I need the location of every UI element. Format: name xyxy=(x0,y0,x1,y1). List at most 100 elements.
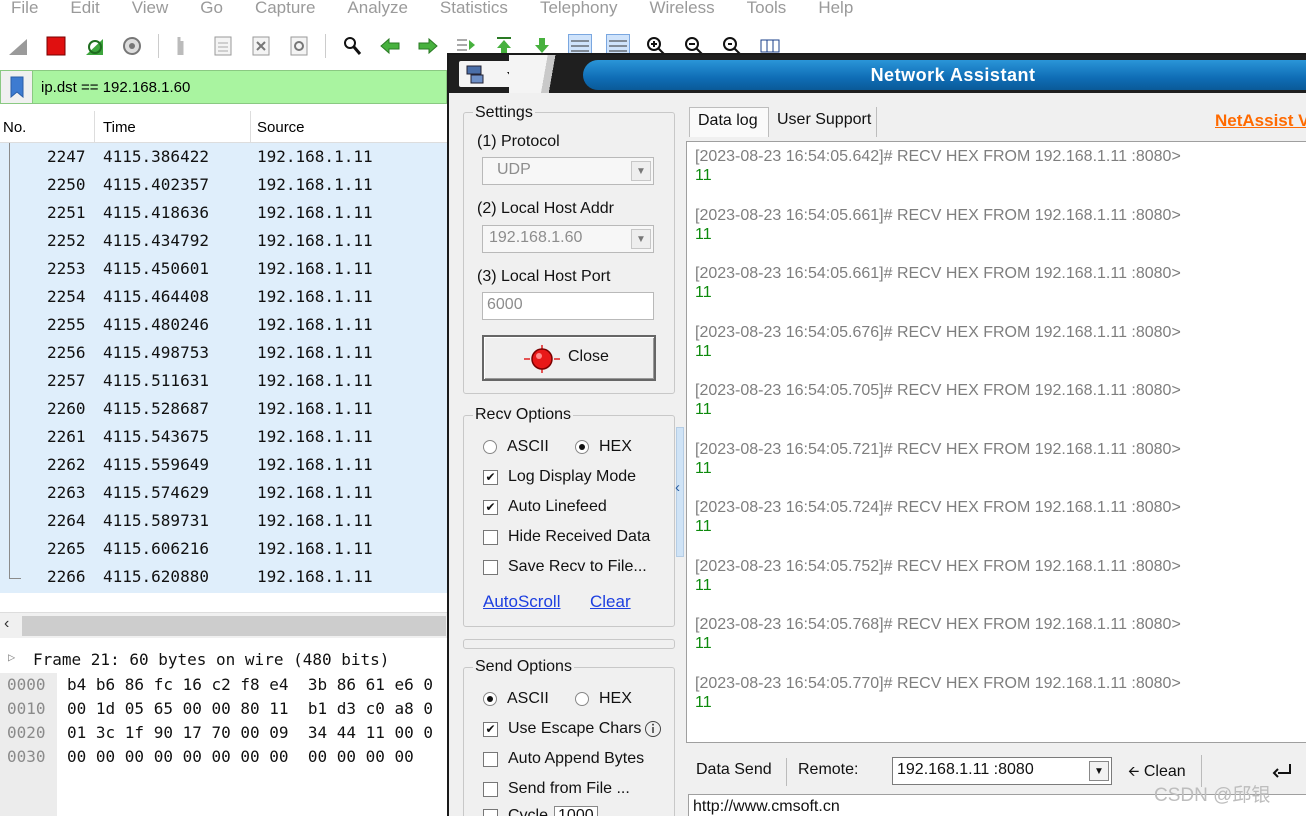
clear-link[interactable]: Clear xyxy=(590,592,631,612)
go-back-icon[interactable] xyxy=(378,34,402,58)
checkbox-checked[interactable]: ✔ xyxy=(483,499,498,515)
menu-edit[interactable]: Edit xyxy=(59,0,99,16)
chevron-down-icon[interactable]: ▼ xyxy=(1089,761,1109,781)
menu-go[interactable]: Go xyxy=(189,0,223,16)
menu-help[interactable]: Help xyxy=(807,0,853,16)
send-hex-radio[interactable]: HEX xyxy=(575,690,632,708)
host-addr-select[interactable]: 192.168.1.60 ▼ xyxy=(482,225,654,253)
bytes-hex[interactable]: 01 3c 1f 90 17 70 00 09 34 44 11 00 0 xyxy=(67,723,433,742)
stop-capture-icon[interactable] xyxy=(44,34,68,58)
checkbox-unchecked[interactable] xyxy=(483,559,498,575)
send-ascii-radio[interactable]: ASCII xyxy=(483,690,549,708)
radio-circle[interactable] xyxy=(483,692,497,706)
packet-list[interactable]: 2247 4115.386422 192.168.1.11 2250 4115.4023… xyxy=(0,143,447,593)
bytes-row[interactable]: 0010 00 1d 05 65 00 00 80 11 b1 d3 c0 a8 … xyxy=(0,699,447,723)
packet-row[interactable]: 2252 4115.434792 192.168.1.11 xyxy=(0,227,447,255)
scroll-left-icon[interactable]: ‹ xyxy=(4,615,9,633)
tab-data-log[interactable]: Data log xyxy=(689,107,769,137)
recv-ascii-radio[interactable]: ASCII xyxy=(483,438,549,456)
bytes-hex[interactable]: b4 b6 86 fc 16 c2 f8 e4 3b 86 61 e6 0 xyxy=(67,675,433,694)
escape-chars-checkbox[interactable]: ✔ Use Escape Chars xyxy=(483,720,662,738)
checkbox-unchecked[interactable] xyxy=(483,529,498,545)
restart-capture-icon[interactable] xyxy=(82,34,106,58)
column-separator[interactable] xyxy=(94,111,95,143)
packet-row[interactable]: 2254 4115.464408 192.168.1.11 xyxy=(0,283,447,311)
bytes-row[interactable]: 0020 01 3c 1f 90 17 70 00 09 34 44 11 00 … xyxy=(0,723,447,747)
tab-user-support[interactable]: User Support xyxy=(769,107,877,137)
column-no[interactable]: No. xyxy=(3,119,26,136)
menu-capture[interactable]: Capture xyxy=(244,0,315,16)
packet-row[interactable]: 2266 4115.620880 192.168.1.11 xyxy=(0,563,447,591)
packet-row[interactable]: 2255 4115.480246 192.168.1.11 xyxy=(0,311,447,339)
checkbox-unchecked[interactable] xyxy=(483,781,498,797)
cycle-checkbox[interactable]: Cycle 1000 xyxy=(483,806,598,816)
radio-circle[interactable] xyxy=(483,440,497,454)
menu-wireless[interactable]: Wireless xyxy=(638,0,714,16)
frame-summary[interactable]: Frame 21: 60 bytes on wire (480 bits) xyxy=(33,650,389,669)
host-port-input[interactable]: 6000 xyxy=(482,292,654,320)
bytes-row[interactable]: 0030 00 00 00 00 00 00 00 00 00 00 00 00 xyxy=(0,747,447,771)
auto-append-checkbox[interactable]: Auto Append Bytes xyxy=(483,750,644,768)
go-forward-icon[interactable] xyxy=(416,34,440,58)
info-icon[interactable] xyxy=(644,720,662,738)
packet-row[interactable]: 2251 4115.418636 192.168.1.11 xyxy=(0,199,447,227)
capture-options-icon[interactable] xyxy=(120,34,144,58)
checkbox-checked[interactable]: ✔ xyxy=(483,721,498,737)
reload-file-icon[interactable] xyxy=(287,34,311,58)
chevron-down-icon[interactable]: ▼ xyxy=(631,229,651,249)
packet-row[interactable]: 2262 4115.559649 192.168.1.11 xyxy=(0,451,447,479)
menu-statistics[interactable]: Statistics xyxy=(429,0,508,16)
cycle-input[interactable]: 1000 xyxy=(554,806,598,816)
packet-row[interactable]: 2265 4115.606216 192.168.1.11 xyxy=(0,535,447,563)
column-time[interactable]: Time xyxy=(103,119,136,136)
expand-arrow-icon[interactable]: ▷ xyxy=(8,650,15,664)
display-filter-input[interactable]: ip.dst == 192.168.1.60 xyxy=(33,79,190,96)
bytes-row[interactable]: 0000 b4 b6 86 fc 16 c2 f8 e4 3b 86 61 e6 … xyxy=(0,675,447,699)
find-packet-icon[interactable] xyxy=(340,34,364,58)
checkbox-checked[interactable]: ✔ xyxy=(483,469,498,485)
packet-row[interactable]: 2256 4115.498753 192.168.1.11 xyxy=(0,339,447,367)
menu-file[interactable]: File xyxy=(0,0,38,16)
radio-circle[interactable] xyxy=(575,692,589,706)
horizontal-scrollbar[interactable]: ‹ xyxy=(0,612,447,638)
recv-hex-radio[interactable]: HEX xyxy=(575,438,632,456)
checkbox-unchecked[interactable] xyxy=(483,808,498,816)
netassist-titlebar[interactable]: Network Assistant xyxy=(449,55,1306,93)
checkbox-unchecked[interactable] xyxy=(483,751,498,767)
display-filter-bar[interactable]: ip.dst == 192.168.1.60 xyxy=(0,70,447,104)
start-capture-icon[interactable] xyxy=(6,34,30,58)
packet-row[interactable]: 2264 4115.589731 192.168.1.11 xyxy=(0,507,447,535)
menu-telephony[interactable]: Telephony xyxy=(529,0,618,16)
bytes-hex[interactable]: 00 00 00 00 00 00 00 00 00 00 00 00 xyxy=(67,747,414,766)
chevron-down-icon[interactable]: ▼ xyxy=(631,161,651,181)
close-file-icon[interactable] xyxy=(249,34,273,58)
scrollbar-thumb[interactable] xyxy=(22,616,446,636)
collapse-panel-icon[interactable]: ‹ xyxy=(675,479,680,496)
bytes-hex[interactable]: 00 1d 05 65 00 00 80 11 b1 d3 c0 a8 0 xyxy=(67,699,433,718)
save-recv-checkbox[interactable]: Save Recv to File... xyxy=(483,558,647,576)
menu-tools[interactable]: Tools xyxy=(736,0,787,16)
menu-view[interactable]: View xyxy=(121,0,169,16)
packet-row[interactable]: 2261 4115.543675 192.168.1.11 xyxy=(0,423,447,451)
autoscroll-link[interactable]: AutoScroll xyxy=(483,592,560,612)
packet-row[interactable]: 2247 4115.386422 192.168.1.11 xyxy=(0,143,447,171)
packet-row[interactable]: 2257 4115.511631 192.168.1.11 xyxy=(0,367,447,395)
hide-received-checkbox[interactable]: Hide Received Data xyxy=(483,528,650,546)
bookmark-icon[interactable] xyxy=(1,71,33,103)
close-connection-button[interactable]: Close xyxy=(482,335,656,381)
packet-row[interactable]: 2253 4115.450601 192.168.1.11 xyxy=(0,255,447,283)
packet-row[interactable]: 2263 4115.574629 192.168.1.11 xyxy=(0,479,447,507)
protocol-select[interactable]: UDP ▼ xyxy=(482,157,654,185)
data-log-area[interactable]: [2023-08-23 16:54:05.642]# RECV HEX FROM… xyxy=(686,141,1306,743)
save-file-icon[interactable] xyxy=(211,34,235,58)
send-from-file-checkbox[interactable]: Send from File ... xyxy=(483,780,630,798)
log-display-checkbox[interactable]: ✔ Log Display Mode xyxy=(483,468,636,486)
open-file-icon[interactable] xyxy=(173,34,197,58)
menu-analyze[interactable]: Analyze xyxy=(336,0,407,16)
packet-row[interactable]: 2250 4115.402357 192.168.1.11 xyxy=(0,171,447,199)
radio-circle[interactable] xyxy=(575,440,589,454)
packet-bytes-pane[interactable]: 0000 b4 b6 86 fc 16 c2 f8 e4 3b 86 61 e6 … xyxy=(0,673,447,816)
remote-address-select[interactable]: 192.168.1.11 :8080 ▼ xyxy=(892,757,1112,785)
netassist-brand-link[interactable]: NetAssist V xyxy=(1215,111,1306,131)
column-separator[interactable] xyxy=(250,111,251,143)
